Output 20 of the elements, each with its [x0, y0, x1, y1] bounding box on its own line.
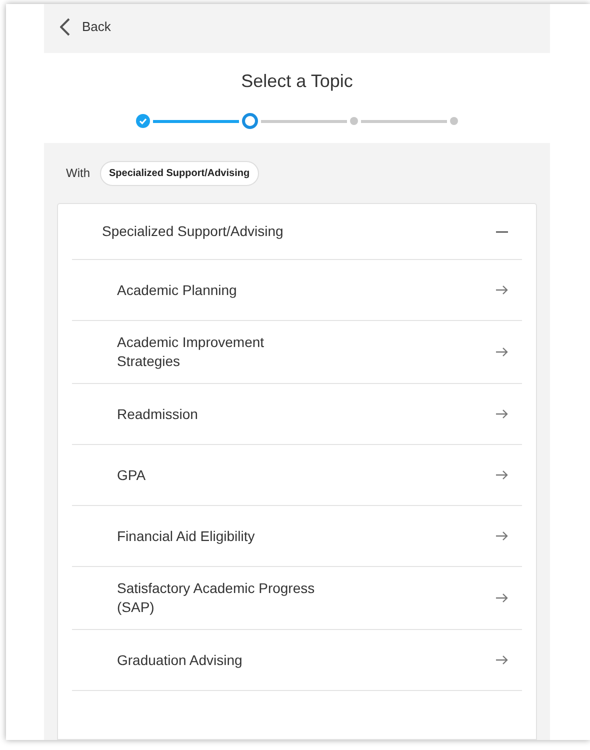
arrow-right-icon [496, 347, 508, 357]
arrow-right-icon [496, 655, 508, 665]
with-label: With [66, 165, 90, 182]
topic-item[interactable]: Graduation Advising [72, 630, 522, 691]
topic-item[interactable]: Academic Planning [72, 260, 522, 321]
topic-item[interactable]: Readmission [72, 384, 522, 445]
topic-item[interactable]: GPA [72, 445, 522, 506]
topic-chip: Specialized Support/Advising [100, 160, 259, 186]
arrow-right-icon [496, 593, 508, 603]
topic-item[interactable]: Academic Improvement Strategies [72, 321, 522, 384]
arrow-right-icon [496, 531, 508, 541]
page-title: Select a Topic [241, 70, 353, 93]
topic-item[interactable]: Satisfactory Academic Progress (SAP) [72, 567, 522, 630]
topic-item[interactable]: Financial Aid Eligibility [72, 506, 522, 567]
arrow-right-icon [496, 470, 508, 480]
back-button[interactable]: Back [60, 17, 111, 36]
back-chevron-icon [60, 18, 70, 36]
arrow-right-icon [496, 409, 508, 419]
arrow-right-icon [496, 285, 508, 295]
topic-group-header[interactable]: Specialized Support/Advising [72, 204, 522, 260]
